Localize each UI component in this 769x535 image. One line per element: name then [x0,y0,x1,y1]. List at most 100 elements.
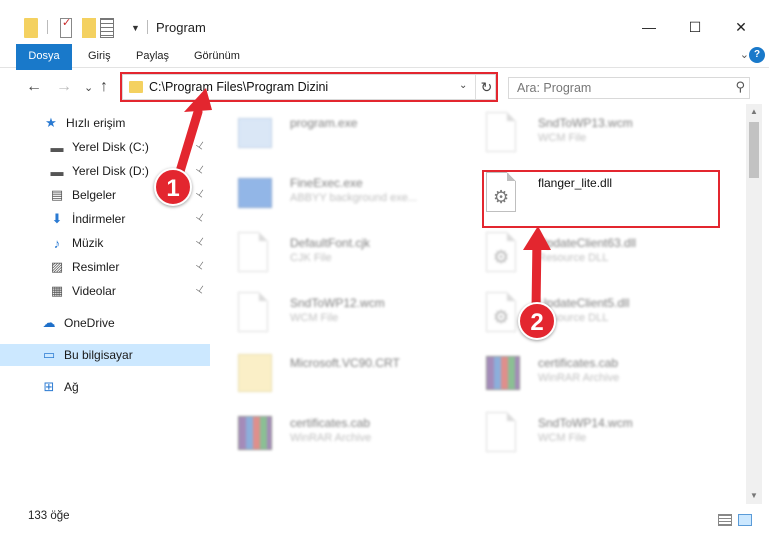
sidebar-item[interactable]: ⬇ İndirmeler ⊥ [0,208,210,230]
sidebar-item[interactable]: ▦ Videolar ⊥ [0,280,210,302]
file-name: DefaultFont.cjk [290,236,371,250]
sidebar-item[interactable]: ⊞ Ağ [0,376,210,398]
vertical-scrollbar[interactable]: ▲ ▼ [746,104,762,504]
scroll-down-icon[interactable]: ▼ [746,488,762,504]
tab-share[interactable]: Paylaş [136,44,169,68]
file-type: CJK File [290,252,332,264]
sidebar-item-label: Yerel Disk (C:) [72,140,149,154]
file-type: WCM File [290,312,339,324]
window-title: Program [156,20,206,35]
sidebar-item-label: İndirmeler [72,212,126,226]
computer-icon: ▭ [42,347,56,362]
close-button[interactable]: ✕ [718,12,764,42]
callout-badge-1: 1 [154,168,192,206]
navigation-bar: ← → ⌄ ↑ C:\Program Files\Program Dizini … [0,70,769,104]
file-doc-icon [486,412,522,454]
sidebar-item-label: Belgeler [72,188,117,202]
download-icon: ⬇ [51,211,63,226]
file-name: certificates.cab [538,356,619,370]
music-icon: ♪ [53,235,61,251]
pin-icon: ⊥ [193,162,208,177]
file-item[interactable]: SndToWP13.wcm WCM File [480,104,720,164]
pin-icon: ⊥ [193,138,208,153]
file-highlight-box [482,170,720,228]
sidebar-item-label: OneDrive [64,316,115,330]
customize-toolbar-dropdown-icon[interactable]: ▼ [131,18,140,38]
file-name: certificates.cab [290,416,371,430]
file-name: FineExec.exe [290,176,363,190]
pin-icon: ⊥ [193,210,208,225]
sidebar-item[interactable]: ▭ Bu bilgisayar [0,344,210,366]
toolbar-separator [147,20,148,34]
item-count: 133 öğe [28,510,70,522]
pin-icon: ⊥ [193,186,208,201]
file-vcfolder-icon [238,352,274,394]
file-item[interactable]: DefaultFont.cjk CJK File [232,224,472,284]
video-icon: ▦ [50,283,64,298]
folder-icon [24,18,38,38]
file-doc-icon [238,232,274,274]
file-item[interactable]: SndToWP14.wcm WCM File [480,404,720,464]
sidebar-item[interactable]: ☁ OneDrive [0,312,210,334]
drive-icon: ▬ [50,139,64,155]
file-name: SndToWP13.wcm [538,116,633,130]
up-button[interactable]: ↑ [100,78,108,96]
pin-icon: ⊥ [193,234,208,249]
forward-button[interactable]: → [56,78,72,96]
expand-ribbon-icon[interactable]: ⌄ [740,48,749,61]
search-placeholder: Ara: Program [517,81,592,95]
sidebar-item[interactable]: ★ Hızlı erişim [0,112,210,134]
file-dll-icon: ⚙ [486,232,522,274]
new-folder-icon[interactable] [82,18,96,38]
back-button[interactable]: ← [26,78,42,96]
file-type: Resource DLL [538,252,609,264]
sidebar-item-label: Yerel Disk (D:) [72,164,149,178]
tab-home[interactable]: Giriş [88,44,111,68]
file-item[interactable]: SndToWP12.wcm WCM File [232,284,472,344]
sidebar-item[interactable]: ▨ Resimler ⊥ [0,256,210,278]
file-type: WCM File [538,432,587,444]
sidebar-item-label: Videolar [72,284,116,298]
scroll-up-icon[interactable]: ▲ [746,104,762,120]
file-item[interactable]: program.exe [232,104,472,164]
file-name: Microsoft.VC90.CRT [290,356,400,370]
sidebar-item-label: Bu bilgisayar [64,348,133,362]
properties-icon[interactable] [60,16,72,38]
sidebar-item[interactable]: ▬ Yerel Disk (C:) ⊥ [0,136,210,158]
file-type: WinRAR Archive [290,432,372,444]
file-item[interactable]: Microsoft.VC90.CRT [232,344,472,404]
help-icon[interactable]: ? [749,47,765,63]
file-item[interactable]: ⚙ UpdateClient5.dll Resource DLL [480,284,720,344]
documents-icon: ▤ [50,187,64,202]
file-item[interactable]: ⚙ UpdateClient63.dll Resource DLL [480,224,720,284]
search-icon[interactable]: ⚲ [735,79,745,95]
details-view-icon[interactable] [718,514,732,526]
sidebar-item[interactable]: ♪ Müzik ⊥ [0,232,210,254]
large-icons-view-icon[interactable] [738,514,752,526]
sidebar-item-label: Resimler [72,260,120,274]
tab-view[interactable]: Görünüm [194,44,240,68]
file-exe-light-icon [238,112,274,154]
callout-badge-2: 2 [518,302,556,340]
minimize-button[interactable]: — [626,12,672,42]
toolbar-separator [47,20,48,34]
scroll-thumb[interactable] [749,122,759,178]
file-type: ABBYY background exe... [290,192,417,204]
pin-icon: ⊥ [193,258,208,273]
recent-locations-icon[interactable]: ⌄ [84,81,93,94]
view-options-icon[interactable] [100,18,114,38]
sidebar-item-label: Müzik [72,236,104,250]
maximize-button[interactable]: ☐ [672,12,718,42]
search-input[interactable]: Ara: Program ⚲ [508,77,750,99]
file-name: SndToWP14.wcm [538,416,633,430]
file-item[interactable]: certificates.cab WinRAR Archive [232,404,472,464]
status-bar: 133 öğe [0,506,769,535]
pictures-icon: ▨ [50,259,64,274]
file-name: UpdateClient5.dll [538,296,630,310]
file-item[interactable]: certificates.cab WinRAR Archive [480,344,720,404]
title-bar: ▼ Program — ☐ ✕ [0,0,769,44]
file-item[interactable]: FineExec.exe ABBYY background exe... [232,164,472,224]
file-name: program.exe [290,116,358,130]
drive-icon: ▬ [50,163,64,179]
file-type: WinRAR Archive [538,372,620,384]
